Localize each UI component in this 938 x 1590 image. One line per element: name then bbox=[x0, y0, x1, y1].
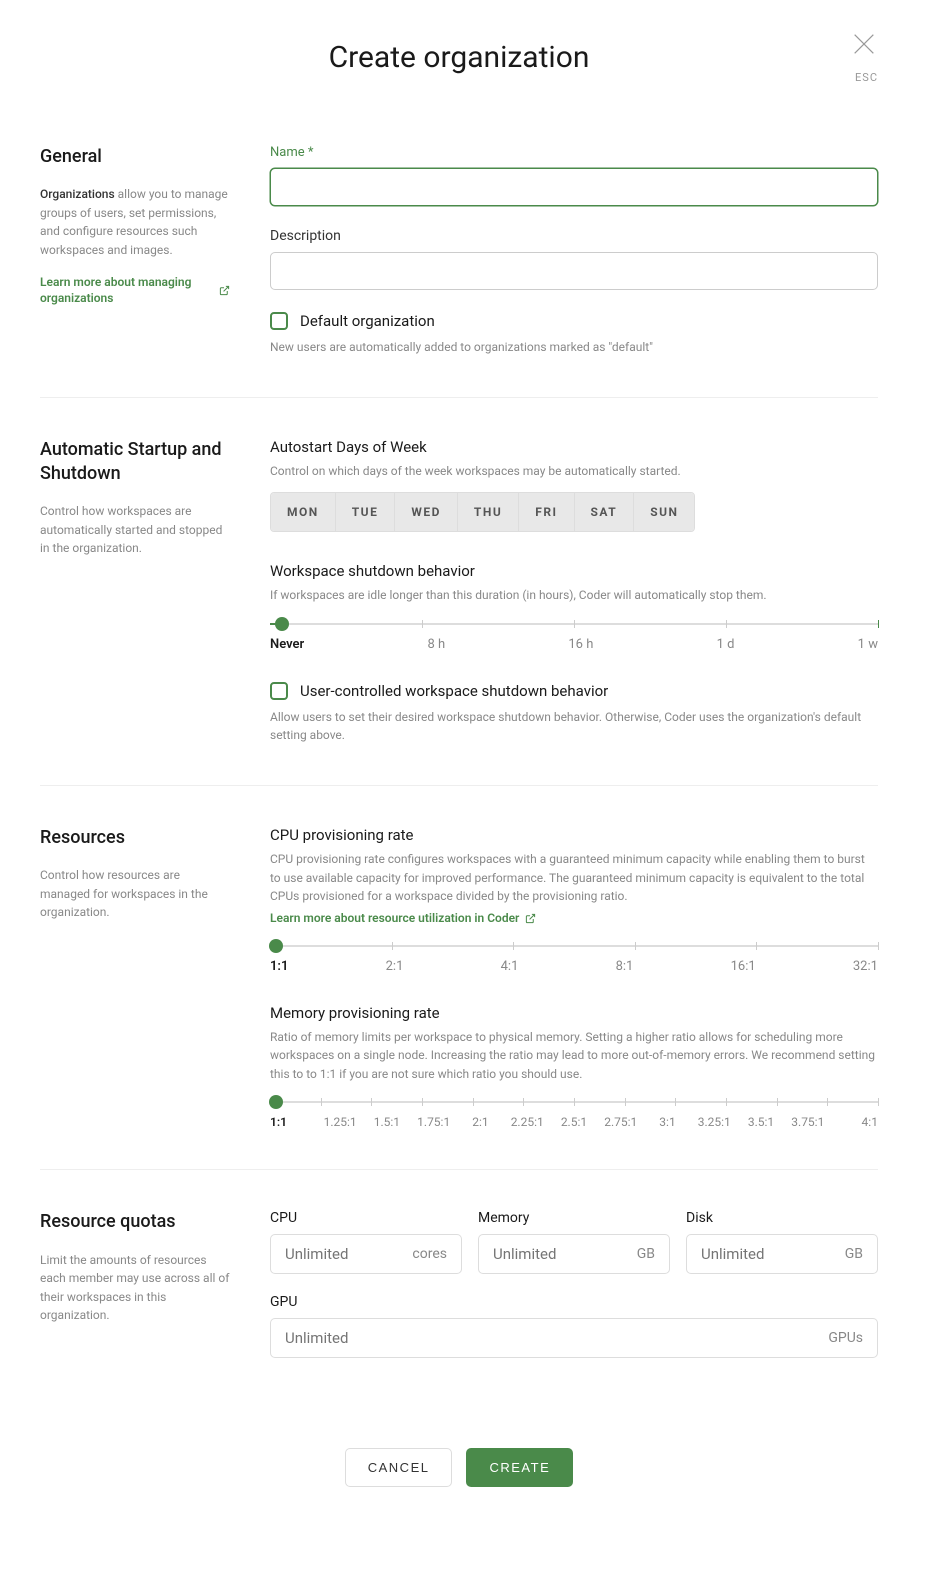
day-fri[interactable]: FRI bbox=[519, 493, 574, 531]
resources-desc: Control how resources are managed for wo… bbox=[40, 866, 230, 922]
user-shutdown-label: User-controlled workspace shutdown behav… bbox=[300, 682, 608, 700]
cpu-rate-label: CPU provisioning rate bbox=[270, 826, 878, 844]
shutdown-tick-0: Never bbox=[270, 637, 304, 652]
cpu-tick-2: 4:1 bbox=[501, 959, 519, 974]
quotas-heading: Resource quotas bbox=[40, 1210, 230, 1234]
day-mon[interactable]: MON bbox=[271, 493, 336, 531]
mem-tick-0: 1:1 bbox=[270, 1115, 317, 1129]
learn-orgs-link[interactable]: Learn more about managing organizations bbox=[40, 274, 230, 308]
section-quotas: Resource quotas Limit the amounts of res… bbox=[40, 1210, 878, 1418]
resources-heading: Resources bbox=[40, 826, 230, 850]
mem-tick-12: 4:1 bbox=[831, 1115, 878, 1129]
quota-mem-input[interactable] bbox=[493, 1245, 606, 1263]
day-thu[interactable]: THU bbox=[458, 493, 519, 531]
quota-gpu-label: GPU bbox=[270, 1294, 878, 1310]
mem-tick-10: 3.5:1 bbox=[738, 1115, 785, 1129]
autostart-help: Control on which days of the week worksp… bbox=[270, 462, 878, 481]
days-row: MON TUE WED THU FRI SAT SUN bbox=[270, 492, 695, 532]
section-general: General Organizations allow you to manag… bbox=[40, 145, 878, 398]
page-title: Create organization bbox=[40, 40, 878, 75]
quota-disk-input[interactable] bbox=[701, 1245, 814, 1263]
cpu-tick-5: 32:1 bbox=[853, 959, 878, 974]
startup-heading: Automatic Startup and Shutdown bbox=[40, 438, 230, 487]
shutdown-help: If workspaces are idle longer than this … bbox=[270, 586, 878, 605]
mem-tick-2: 1.5:1 bbox=[364, 1115, 411, 1129]
external-link-icon bbox=[219, 285, 230, 296]
mem-tick-6: 2.5:1 bbox=[551, 1115, 598, 1129]
user-shutdown-checkbox[interactable] bbox=[270, 682, 288, 700]
quota-gpu-unit: GPUs bbox=[828, 1330, 863, 1346]
quota-cpu-unit: cores bbox=[412, 1246, 447, 1262]
day-tue[interactable]: TUE bbox=[336, 493, 396, 531]
day-wed[interactable]: WED bbox=[395, 493, 458, 531]
mem-tick-5: 2.25:1 bbox=[504, 1115, 551, 1129]
quota-cpu-label: CPU bbox=[270, 1210, 462, 1226]
day-sat[interactable]: SAT bbox=[575, 493, 635, 531]
close-group: ESC bbox=[850, 30, 878, 84]
name-input[interactable] bbox=[270, 168, 878, 206]
name-label: Name * bbox=[270, 145, 878, 160]
startup-desc: Control how workspaces are automatically… bbox=[40, 502, 230, 558]
default-org-help: New users are automatically added to org… bbox=[270, 338, 878, 357]
shutdown-label: Workspace shutdown behavior bbox=[270, 562, 878, 580]
external-link-icon bbox=[525, 913, 536, 924]
section-resources: Resources Control how resources are mana… bbox=[40, 826, 878, 1170]
quota-cpu-input[interactable] bbox=[285, 1245, 398, 1263]
cpu-tick-4: 16:1 bbox=[731, 959, 756, 974]
shutdown-tick-3: 1 d bbox=[717, 637, 735, 652]
shutdown-slider[interactable] bbox=[270, 623, 878, 625]
quota-disk-label: Disk bbox=[686, 1210, 878, 1226]
quota-gpu-input[interactable] bbox=[285, 1329, 690, 1347]
quotas-desc: Limit the amounts of resources each memb… bbox=[40, 1251, 230, 1325]
cpu-rate-help: CPU provisioning rate configures workspa… bbox=[270, 850, 878, 906]
esc-label: ESC bbox=[850, 71, 878, 84]
default-org-label: Default organization bbox=[300, 312, 435, 330]
general-desc: Organizations allow you to manage groups… bbox=[40, 185, 230, 259]
quota-disk-unit: GB bbox=[845, 1246, 863, 1262]
description-label: Description bbox=[270, 228, 878, 244]
mem-tick-11: 3.75:1 bbox=[784, 1115, 831, 1129]
shutdown-tick-2: 16 h bbox=[568, 637, 593, 652]
shutdown-tick-4: 1 w bbox=[858, 637, 878, 652]
mem-tick-3: 1.75:1 bbox=[410, 1115, 457, 1129]
mem-tick-8: 3:1 bbox=[644, 1115, 691, 1129]
mem-rate-label: Memory provisioning rate bbox=[270, 1004, 878, 1022]
cancel-button[interactable]: CANCEL bbox=[345, 1448, 453, 1487]
day-sun[interactable]: SUN bbox=[634, 493, 694, 531]
mem-tick-4: 2:1 bbox=[457, 1115, 504, 1129]
close-icon[interactable] bbox=[850, 30, 878, 63]
autostart-label: Autostart Days of Week bbox=[270, 438, 878, 456]
cpu-slider[interactable] bbox=[270, 945, 878, 947]
mem-rate-help: Ratio of memory limits per workspace to … bbox=[270, 1028, 878, 1084]
shutdown-tick-1: 8 h bbox=[427, 637, 445, 652]
general-heading: General bbox=[40, 145, 230, 169]
mem-slider[interactable] bbox=[270, 1101, 878, 1103]
description-input[interactable] bbox=[270, 252, 878, 290]
default-org-checkbox[interactable] bbox=[270, 312, 288, 330]
cpu-tick-3: 8:1 bbox=[616, 959, 634, 974]
user-shutdown-help: Allow users to set their desired workspa… bbox=[270, 708, 878, 745]
mem-tick-1: 1.25:1 bbox=[317, 1115, 364, 1129]
cpu-learn-link[interactable]: Learn more about resource utilization in… bbox=[270, 910, 536, 927]
create-button[interactable]: CREATE bbox=[466, 1448, 573, 1487]
cpu-tick-1: 2:1 bbox=[386, 959, 404, 974]
section-startup: Automatic Startup and Shutdown Control h… bbox=[40, 438, 878, 786]
mem-tick-9: 3.25:1 bbox=[691, 1115, 738, 1129]
mem-tick-7: 2.75:1 bbox=[597, 1115, 644, 1129]
quota-mem-label: Memory bbox=[478, 1210, 670, 1226]
cpu-tick-0: 1:1 bbox=[270, 959, 288, 974]
quota-mem-unit: GB bbox=[637, 1246, 655, 1262]
